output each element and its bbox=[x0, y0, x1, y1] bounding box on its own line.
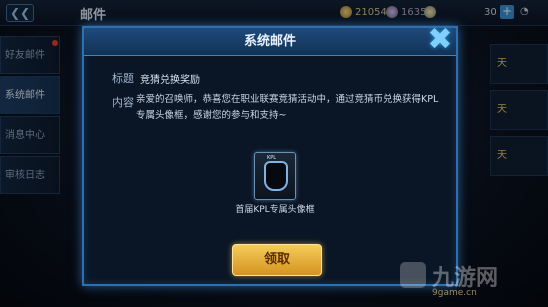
system-mail-dialog: 系统邮件 ✖ 标题 竞猜兑换奖励 内容 亲爱的召唤师，恭喜您在职业联赛竞猜活动中… bbox=[82, 25, 458, 286]
close-button[interactable]: ✖ bbox=[424, 25, 456, 55]
mail-content: 亲爱的召唤师，恭喜您在职业联赛竞猜活动中，通过竞猜币兑换获得KPL专属头像框，感… bbox=[136, 94, 439, 121]
claim-button[interactable]: 领取 bbox=[232, 244, 322, 276]
dialog-title: 系统邮件 bbox=[243, 34, 296, 49]
content-label: 内容 bbox=[112, 96, 134, 109]
subject-label: 标题 bbox=[112, 72, 134, 85]
reward-caption: 首届KPL专属头像框 bbox=[235, 205, 315, 215]
subject-value: 竞猜兑换奖励 bbox=[140, 75, 200, 86]
watermark: 九游网 9game.cn bbox=[400, 258, 546, 304]
watermark-logo-icon bbox=[400, 262, 426, 288]
reward-item[interactable]: KPL bbox=[254, 152, 296, 200]
avatar-frame-icon bbox=[264, 161, 288, 191]
watermark-url: 9game.cn bbox=[432, 288, 477, 298]
